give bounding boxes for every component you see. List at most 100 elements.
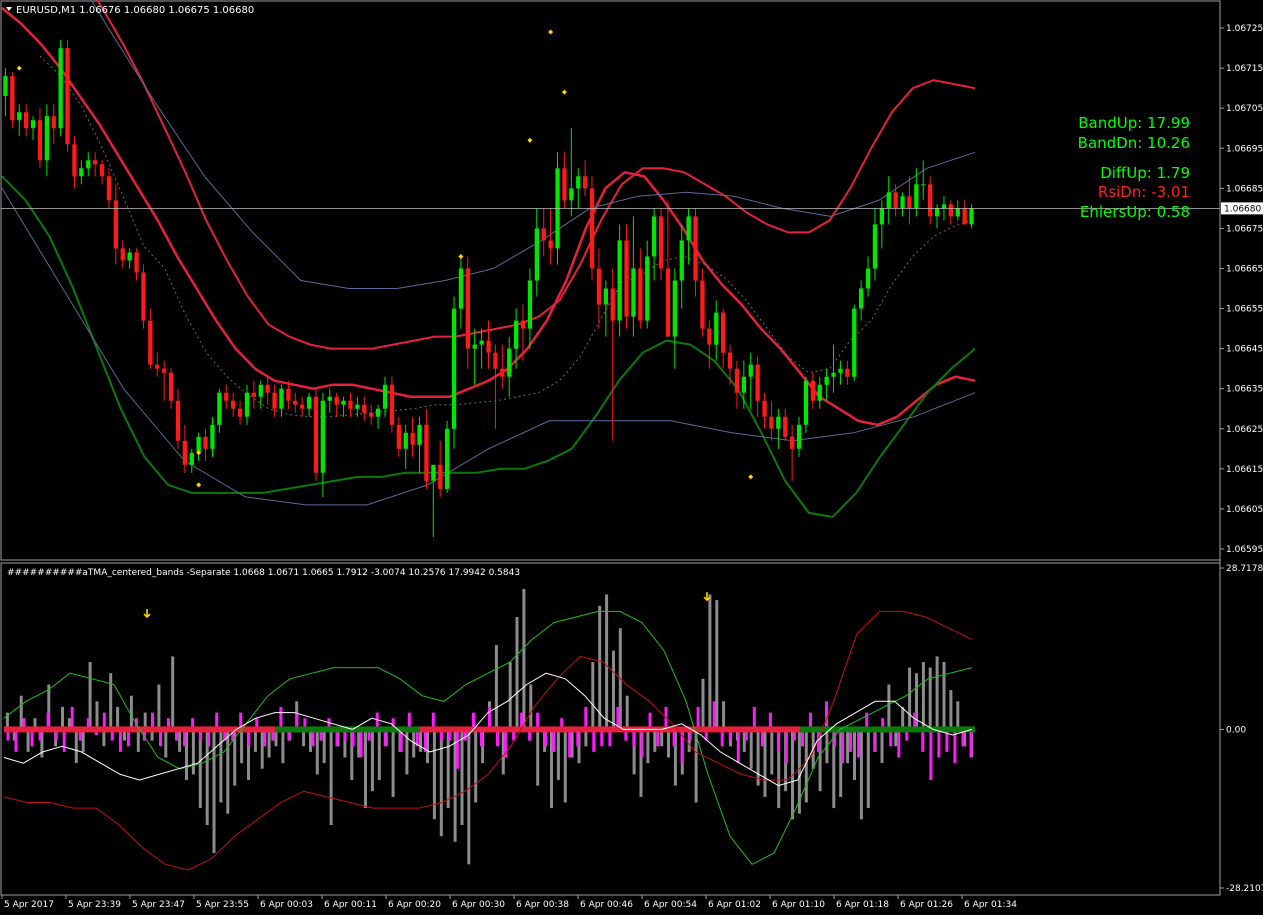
- candle-body: [424, 424, 429, 481]
- sub-grey-bar: [942, 662, 946, 730]
- sub-magenta-bar: [70, 706, 74, 730]
- sub-magenta-bar: [488, 706, 491, 730]
- candle-body: [403, 432, 408, 449]
- candle-body: [410, 432, 415, 445]
- candle-body: [928, 184, 933, 217]
- sub-grey-bar: [474, 729, 478, 803]
- zero-band-segment: [800, 726, 975, 733]
- candle-body: [3, 76, 8, 97]
- sub-grey-bar: [240, 729, 244, 764]
- candle-body: [155, 364, 160, 369]
- candle-body: [941, 204, 947, 209]
- candle-body: [182, 440, 187, 465]
- time-axis-label: 6 Apr 00:46: [580, 900, 633, 910]
- main-axis-label: 1.06705: [1226, 104, 1263, 114]
- sub-grey-bar: [605, 594, 609, 730]
- main-axis-label: 1.06655: [1226, 305, 1263, 315]
- chart-stage[interactable]: 1.06725 1.06715 1.06705 1.06695 1.06685 1.066…: [0, 0, 1263, 915]
- candle-body: [589, 188, 595, 269]
- sub-grey-bar: [715, 600, 719, 730]
- candle-body: [721, 312, 726, 353]
- sub-magenta-bar: [776, 729, 780, 752]
- sub-grey-bar: [95, 701, 99, 730]
- candle-body: [838, 368, 843, 373]
- candle-body: [300, 404, 305, 409]
- sub-grey-bar: [116, 706, 120, 730]
- sub-grey-bar: [625, 695, 629, 730]
- main-axis-label: 1.06675: [1226, 224, 1263, 234]
- time-axis-label: 6 Apr 00:30: [452, 900, 505, 910]
- sub-grey-bar: [887, 684, 891, 730]
- sub-grey-bar: [467, 729, 471, 865]
- candle-body: [921, 184, 926, 186]
- candle-body: [672, 280, 677, 337]
- info-ehlers-up: EhlersUp: 0.58: [1080, 203, 1190, 221]
- sub-magenta-bar: [937, 729, 941, 758]
- sub-grey-bar: [136, 729, 140, 752]
- candle-body: [17, 112, 22, 121]
- candle-body: [189, 452, 194, 465]
- candle-body: [417, 424, 422, 445]
- candle-body: [355, 404, 360, 409]
- candle-body: [562, 168, 567, 201]
- candle-body: [652, 216, 657, 257]
- candle-body: [272, 392, 277, 409]
- sub-grey-bar: [171, 656, 175, 730]
- candle-body: [962, 208, 967, 225]
- candle-body: [859, 288, 864, 309]
- sub-grey-bar: [494, 645, 498, 730]
- sub-grey-bar: [853, 729, 856, 780]
- candle-body: [93, 160, 98, 165]
- candle-body: [914, 184, 919, 209]
- sub-magenta-bar: [736, 729, 740, 764]
- candle-body: [658, 216, 664, 269]
- main-axis-label: 1.06625: [1226, 425, 1263, 435]
- sub-grey-bar: [563, 729, 567, 803]
- candle-body: [969, 208, 974, 225]
- candle-body: [569, 188, 574, 201]
- candle-body: [313, 396, 319, 473]
- sub-magenta-bar: [921, 729, 925, 752]
- sub-grey-bar: [432, 729, 436, 820]
- sub-magenta-bar: [784, 729, 788, 764]
- sub-magenta-bar: [849, 729, 853, 752]
- sub-axis-label: 0.00: [1226, 725, 1246, 735]
- sub-grey-bar: [591, 662, 595, 730]
- candle-body: [693, 216, 698, 281]
- sub-axis-label: 28.7178: [1226, 564, 1263, 574]
- candle-body: [948, 204, 953, 217]
- sub-header-text: ##########aTMA_centered_bands -Separate …: [7, 568, 520, 578]
- candle-body: [686, 216, 691, 241]
- time-axis-label: 6 Apr 00:54: [644, 900, 697, 910]
- sub-magenta-bar: [279, 706, 283, 730]
- sub-grey-bar: [19, 695, 23, 730]
- candle-body: [776, 416, 781, 429]
- sub-magenta-bar: [897, 729, 901, 758]
- candle-body: [507, 348, 512, 377]
- sub-grey-bar: [377, 729, 381, 780]
- main-header-text: EURUSD,M1 1.06676 1.06680 1.06675 1.0668…: [16, 5, 254, 16]
- sub-magenta-bar: [359, 729, 363, 758]
- candle-body: [548, 240, 553, 249]
- sub-axis-label: -28.2107: [1226, 884, 1263, 894]
- candle-body: [113, 200, 118, 249]
- candle-body: [900, 196, 905, 209]
- candle-body: [224, 392, 229, 401]
- candle-body: [10, 76, 15, 121]
- candle-body: [293, 400, 298, 405]
- sub-grey-bar: [219, 729, 223, 803]
- candle-body: [872, 224, 878, 269]
- candle-body: [803, 380, 809, 425]
- candle-body: [120, 248, 125, 261]
- candle-body: [486, 340, 491, 353]
- candle-body: [852, 308, 857, 377]
- candle-body: [755, 364, 760, 401]
- sub-grey-bar: [859, 729, 863, 820]
- candle-body: [748, 364, 753, 377]
- candle-body: [148, 320, 153, 365]
- sub-grey-bar: [866, 729, 870, 809]
- candle-body: [679, 240, 684, 281]
- candle-body: [65, 48, 70, 145]
- main-axis-label: 1.06595: [1226, 545, 1263, 555]
- sub-grey-bar: [846, 729, 850, 764]
